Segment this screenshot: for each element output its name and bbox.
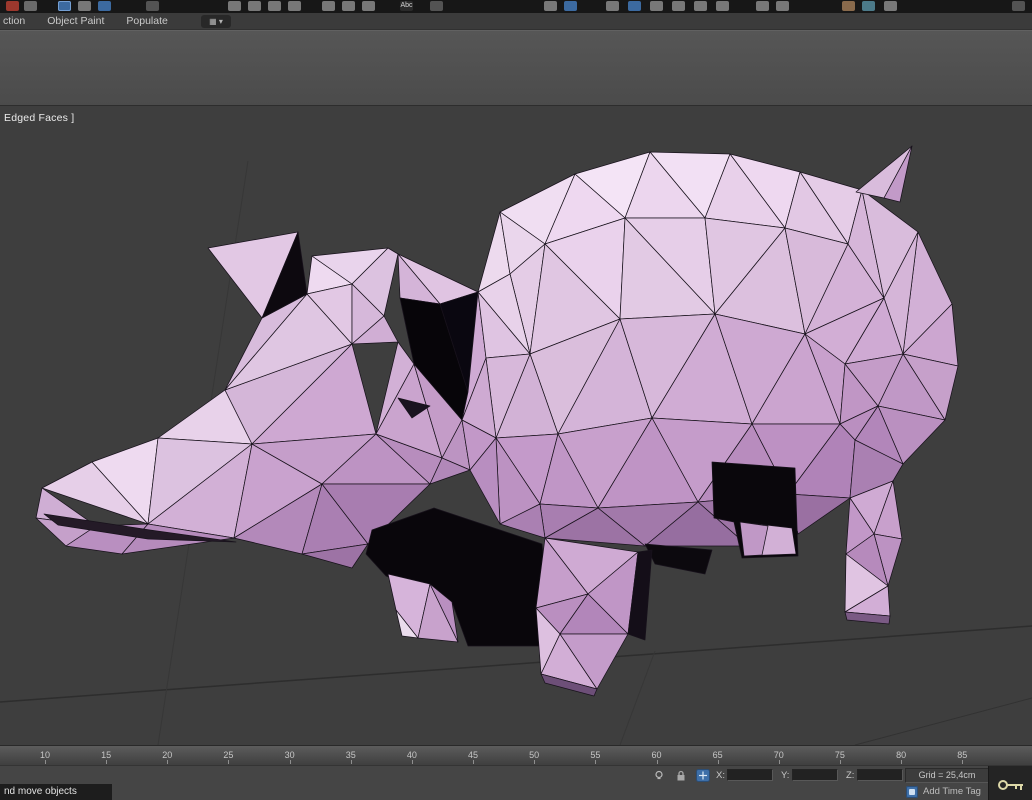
render-teapot-icon[interactable] <box>884 1 897 11</box>
time-tag-icon[interactable] <box>906 786 918 798</box>
timeline-tick-mark <box>718 760 719 764</box>
grid-size-readout: Grid = 25,4cm <box>905 768 989 783</box>
low-poly-pig[interactable] <box>36 146 958 696</box>
timeline-frame-20: 20 <box>162 750 172 760</box>
timeline-tick-mark <box>534 760 535 764</box>
status-bar: X: Y: Z: Grid = 25,4cm <box>0 765 1032 784</box>
abc-list-icon[interactable]: Abc <box>400 1 413 11</box>
spinner-snap-icon[interactable] <box>322 1 335 11</box>
z-coordinate-label: Z: <box>846 770 854 781</box>
grid-line <box>855 698 1032 745</box>
named-selection-sets-icon[interactable] <box>362 1 375 11</box>
viewport-canvas[interactable] <box>0 106 1032 745</box>
angle-snap-icon[interactable] <box>268 1 281 11</box>
timeline-tick-mark <box>290 760 291 764</box>
timeline-ruler[interactable]: 10 15 20 25 30 35 40 45 50 55 60 65 70 75 80 85 <box>0 745 1032 765</box>
ribbon-tabs: ctionObject PaintPopulate <box>0 13 1032 30</box>
timeline-tick-mark <box>106 760 107 764</box>
key-icon <box>997 778 1027 797</box>
timeline-tick-mark <box>473 760 474 764</box>
selection-region-icon[interactable] <box>98 1 111 11</box>
align-icon[interactable] <box>564 1 577 11</box>
timeline-tick-mark <box>45 760 46 764</box>
ribbon-tab-populate[interactable]: Populate <box>115 13 178 29</box>
y-coordinate-field[interactable] <box>792 769 838 781</box>
timeline-frame-10: 10 <box>40 750 50 760</box>
top-toolbar: Abc <box>0 0 1032 13</box>
ribbon-tab-object-paint[interactable]: Object Paint <box>36 13 115 29</box>
selection-filter-icon[interactable] <box>146 1 159 11</box>
material-editor-icon[interactable] <box>694 1 707 11</box>
timeline-frame-85: 85 <box>957 750 967 760</box>
snap-toggle-3d-icon[interactable] <box>248 1 261 11</box>
timeline-tick-mark <box>595 760 596 764</box>
mirror-icon[interactable] <box>544 1 557 11</box>
viewport[interactable]: Edged Faces ] <box>0 106 1032 745</box>
ribbon-mini-button[interactable]: ▦ ▾ <box>201 15 231 28</box>
timeline-frame-65: 65 <box>713 750 723 760</box>
timeline-frame-50: 50 <box>529 750 539 760</box>
timeline-frame-60: 60 <box>651 750 661 760</box>
rendered-frame-window-icon[interactable] <box>756 1 769 11</box>
timeline-tick-mark <box>962 760 963 764</box>
curve-editor-icon[interactable] <box>650 1 663 11</box>
x-coordinate-label: X: <box>716 770 725 781</box>
timeline-frame-75: 75 <box>835 750 845 760</box>
timeline-tick-mark <box>167 760 168 764</box>
x-coordinate-field[interactable] <box>727 769 773 781</box>
absolute-offset-mode-icon[interactable] <box>696 769 710 782</box>
keyboard-override-button[interactable] <box>988 766 1032 800</box>
timeline-frame-55: 55 <box>590 750 600 760</box>
schematic-view-icon[interactable] <box>672 1 685 11</box>
select-and-link-icon[interactable] <box>6 1 19 11</box>
timeline-frame-70: 70 <box>774 750 784 760</box>
toolbar-overflow-icon[interactable] <box>1012 1 1025 11</box>
timeline-frame-80: 80 <box>896 750 906 760</box>
timeline-tick-mark <box>351 760 352 764</box>
z-coordinate-field[interactable] <box>857 769 903 781</box>
timeline-tick-mark <box>901 760 902 764</box>
model-face <box>645 544 712 574</box>
select-object-icon[interactable] <box>58 1 71 11</box>
render-production-icon[interactable] <box>842 1 855 11</box>
timeline-tick-mark <box>657 760 658 764</box>
add-time-tag-button[interactable]: Add Time Tag <box>923 786 981 797</box>
ribbon-tab-ction[interactable]: ction <box>0 13 36 29</box>
timeline-frame-35: 35 <box>346 750 356 760</box>
timeline-tick-mark <box>840 760 841 764</box>
render-setup-icon[interactable] <box>716 1 729 11</box>
percent-snap-icon[interactable] <box>288 1 301 11</box>
timeline-frame-25: 25 <box>223 750 233 760</box>
selection-lock-icon[interactable] <box>674 769 688 782</box>
select-and-manipulate-icon[interactable] <box>228 1 241 11</box>
ribbon-panel <box>0 30 1032 107</box>
grid-line <box>620 651 655 745</box>
timeline-frame-15: 15 <box>101 750 111 760</box>
render-icon[interactable] <box>776 1 789 11</box>
timeline-tick-mark <box>779 760 780 764</box>
ribbon-toggle-icon[interactable] <box>628 1 641 11</box>
edit-named-selection-icon[interactable] <box>342 1 355 11</box>
timeline-frame-30: 30 <box>285 750 295 760</box>
timeline-tick-mark <box>412 760 413 764</box>
prompt-bar: nd move objects Add Time Tag <box>0 784 1032 800</box>
render-iterative-icon[interactable] <box>862 1 875 11</box>
timeline-frame-40: 40 <box>407 750 417 760</box>
app-window: Abc ctionObject PaintPopulate ▦ ▾ Edged … <box>0 0 1032 800</box>
layer-manager-icon[interactable] <box>606 1 619 11</box>
unlink-selection-icon[interactable] <box>24 1 37 11</box>
prompt-text: nd move objects <box>0 784 112 800</box>
timeline-frame-45: 45 <box>468 750 478 760</box>
isolate-selection-icon[interactable] <box>652 769 666 782</box>
timeline-tick-mark <box>228 760 229 764</box>
dropdown-caret-icon[interactable] <box>430 1 443 11</box>
viewport-shading-label[interactable]: Edged Faces ] <box>4 112 74 124</box>
select-by-name-icon[interactable] <box>78 1 91 11</box>
y-coordinate-label: Y: <box>781 770 789 781</box>
